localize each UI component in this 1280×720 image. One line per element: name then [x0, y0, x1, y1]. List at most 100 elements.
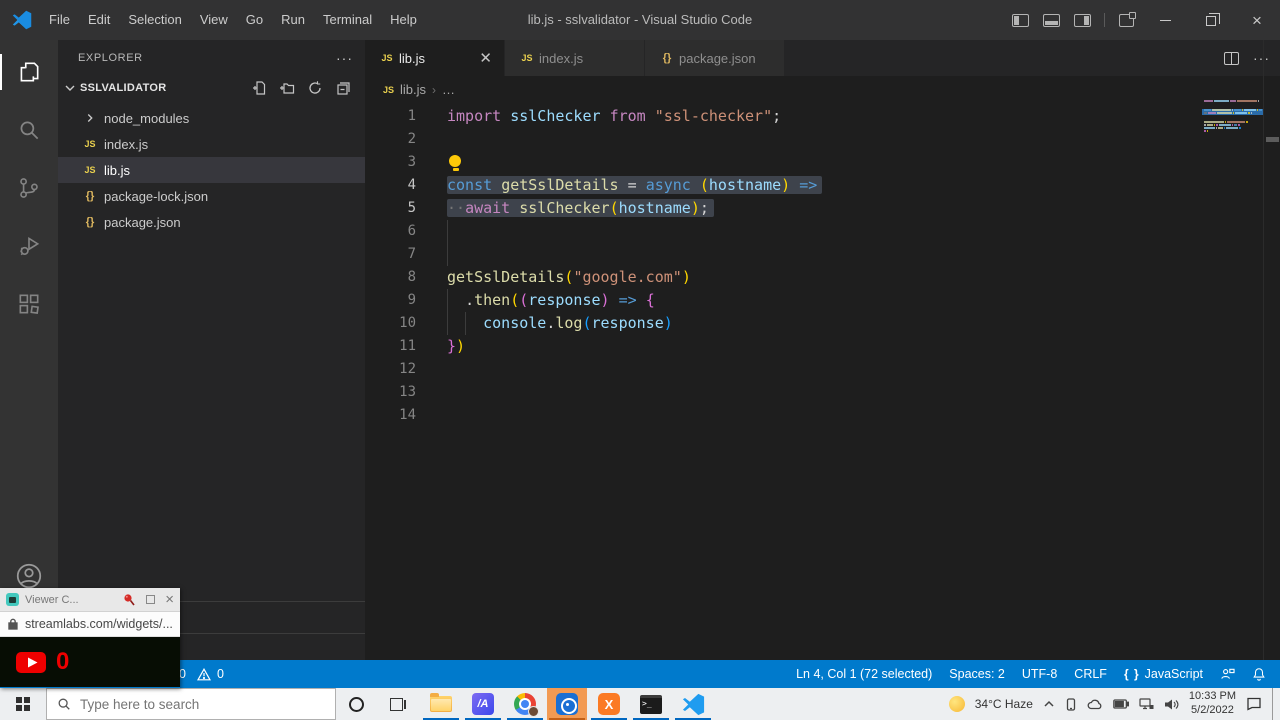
menu-item-terminal[interactable]: Terminal — [314, 0, 381, 40]
weather-icon[interactable] — [949, 696, 965, 712]
purple-app-button[interactable]: /A — [463, 688, 503, 720]
split-editor-icon[interactable] — [1224, 52, 1239, 65]
code-line-4[interactable]: 4const getSslDetails = async (hostname) … — [365, 174, 1262, 197]
new-folder-icon[interactable] — [279, 80, 295, 96]
menu-item-edit[interactable]: Edit — [79, 0, 119, 40]
line-number[interactable]: 14 — [365, 404, 416, 427]
status-item-3[interactable]: CRLF — [1074, 667, 1107, 681]
chrome-button[interactable] — [505, 688, 545, 720]
status-item-1[interactable]: Spaces: 2 — [949, 667, 1005, 681]
code-line-3[interactable]: 3 — [365, 151, 1262, 174]
file-item-node_modules[interactable]: node_modules — [58, 105, 365, 131]
file-item-lib.js[interactable]: JSlib.js — [58, 157, 365, 183]
breadcrumb-file[interactable]: lib.js — [400, 82, 426, 97]
tab-index.js[interactable]: JSindex.js — [505, 40, 645, 76]
start-button[interactable] — [0, 688, 46, 720]
file-item-index.js[interactable]: JSindex.js — [58, 131, 365, 157]
menu-item-file[interactable]: File — [40, 0, 79, 40]
close-button[interactable]: × — [1234, 0, 1280, 40]
line-number[interactable]: 12 — [365, 358, 416, 381]
line-number[interactable]: 3 — [365, 151, 416, 174]
search-icon[interactable] — [0, 106, 58, 154]
volume-icon[interactable] — [1164, 698, 1179, 711]
minimize-button[interactable] — [1142, 0, 1188, 40]
code-line-14[interactable]: 14 — [365, 404, 1262, 427]
minimap[interactable] — [1204, 100, 1262, 142]
code-line-11[interactable]: 11}) — [365, 335, 1262, 358]
weather-text[interactable]: 34°C Haze — [975, 697, 1033, 711]
explorer-icon[interactable] — [0, 48, 58, 96]
code-line-12[interactable]: 12 — [365, 358, 1262, 381]
line-number[interactable]: 4 — [365, 174, 416, 197]
tray-expand-icon[interactable] — [1043, 699, 1055, 709]
code-line-5[interactable]: 5··await sslChecker(hostname); — [365, 197, 1262, 220]
line-number[interactable]: 8 — [365, 266, 416, 289]
new-file-icon[interactable] — [251, 80, 267, 96]
toggle-secondary-sidebar-icon[interactable] — [1074, 14, 1091, 27]
onedrive-cloud-icon[interactable] — [1087, 699, 1103, 710]
tab-close-icon[interactable]: ✕ — [463, 49, 492, 67]
menu-item-view[interactable]: View — [191, 0, 237, 40]
code-line-9[interactable]: 9 .then((response) => { — [365, 289, 1262, 312]
tab-package.json[interactable]: {}package.json — [645, 40, 785, 76]
menu-item-help[interactable]: Help — [381, 0, 426, 40]
status-item-0[interactable]: Ln 4, Col 1 (72 selected) — [796, 667, 932, 681]
quick-fix-lightbulb-icon[interactable] — [449, 155, 462, 170]
overlay-titlebar[interactable]: Viewer C... × — [0, 588, 180, 612]
line-number[interactable]: 9 — [365, 289, 416, 312]
source-control-icon[interactable] — [0, 164, 58, 212]
cortana-button[interactable] — [336, 688, 376, 720]
line-number[interactable]: 6 — [365, 220, 416, 243]
restore-button[interactable] — [1188, 0, 1234, 40]
show-desktop-button[interactable] — [1272, 688, 1278, 720]
search-input[interactable] — [80, 697, 300, 712]
network-icon[interactable] — [1139, 698, 1154, 710]
streamlabs-button[interactable] — [547, 688, 587, 720]
refresh-icon[interactable] — [307, 80, 323, 96]
overlay-maximize-icon[interactable] — [146, 595, 155, 604]
action-center-icon[interactable] — [1246, 697, 1262, 711]
code-line-7[interactable]: 7 — [365, 243, 1262, 266]
feedback-icon[interactable] — [1220, 667, 1235, 681]
task-view-button[interactable] — [376, 688, 416, 720]
menu-item-run[interactable]: Run — [272, 0, 314, 40]
overlay-address-bar[interactable]: streamlabs.com/widgets/... — [0, 612, 180, 637]
code-line-8[interactable]: 8getSslDetails("google.com") — [365, 266, 1262, 289]
menu-item-go[interactable]: Go — [237, 0, 272, 40]
notifications-bell-icon[interactable] — [1252, 667, 1266, 681]
line-number[interactable]: 2 — [365, 128, 416, 151]
clock[interactable]: 10:33 PM 5/2/2022 — [1189, 690, 1236, 718]
xampp-button[interactable]: X — [589, 688, 629, 720]
pin-icon[interactable] — [122, 593, 136, 607]
menu-item-selection[interactable]: Selection — [119, 0, 190, 40]
customize-layout-icon[interactable] — [1119, 14, 1134, 27]
scrollbar-thumb[interactable] — [1266, 137, 1279, 142]
vscode-button[interactable] — [673, 688, 713, 720]
code-line-6[interactable]: 6 — [365, 220, 1262, 243]
workspace-section-header[interactable]: SSLVALIDATOR — [58, 75, 365, 101]
code-line-10[interactable]: 10 console.log(response) — [365, 312, 1262, 335]
battery-icon[interactable] — [1113, 699, 1129, 709]
code-line-13[interactable]: 13 — [365, 381, 1262, 404]
line-number[interactable]: 5 — [365, 197, 416, 220]
status-language[interactable]: { }JavaScript — [1124, 667, 1203, 681]
toggle-sidebar-icon[interactable] — [1012, 14, 1029, 27]
line-number[interactable]: 1 — [365, 105, 416, 128]
extensions-icon[interactable] — [0, 280, 58, 328]
file-explorer-button[interactable] — [421, 688, 461, 720]
explorer-more-icon[interactable]: ··· — [336, 50, 353, 66]
file-item-package-lock.json[interactable]: {}package-lock.json — [58, 183, 365, 209]
tab-lib.js[interactable]: JSlib.js✕ — [365, 40, 505, 76]
taskbar-search[interactable] — [46, 688, 336, 720]
line-number[interactable]: 11 — [365, 335, 416, 358]
status-item-2[interactable]: UTF-8 — [1022, 667, 1057, 681]
run-debug-icon[interactable] — [0, 222, 58, 270]
breadcrumb-more[interactable]: … — [442, 82, 455, 97]
file-item-package.json[interactable]: {}package.json — [58, 209, 365, 235]
breadcrumb[interactable]: JS lib.js › … — [365, 76, 1280, 103]
toggle-panel-icon[interactable] — [1043, 14, 1060, 27]
editor-scrollbar[interactable] — [1263, 40, 1280, 660]
code-line-2[interactable]: 2 — [365, 128, 1262, 151]
overlay-close-icon[interactable]: × — [165, 591, 174, 608]
collapse-folders-icon[interactable] — [335, 80, 351, 96]
